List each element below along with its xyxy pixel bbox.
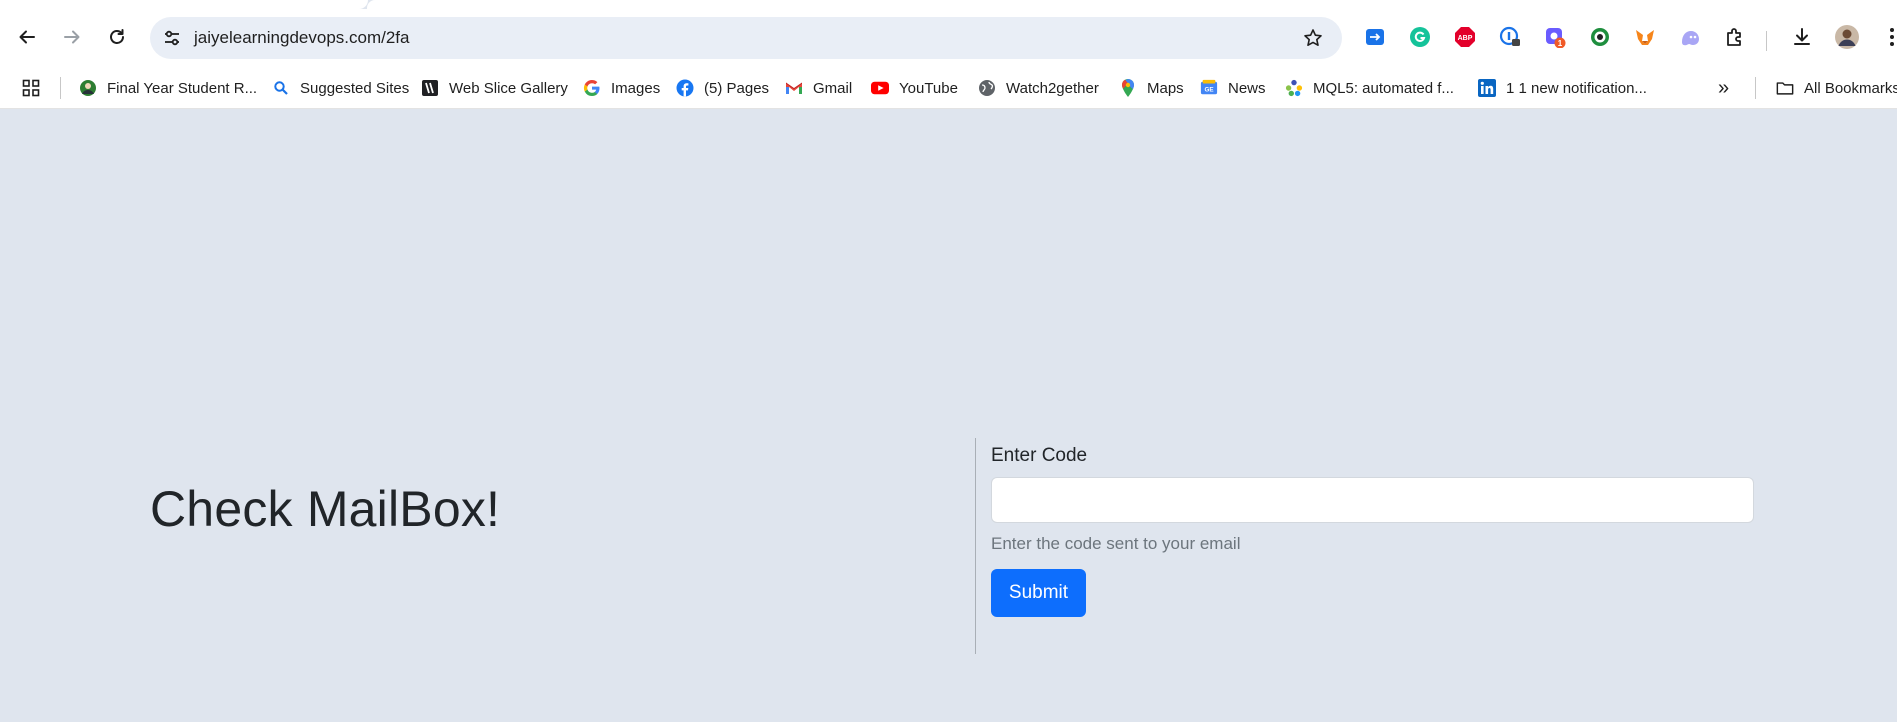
browser-toolbar: jaiyelearningdevops.com/2fa ABP 1 <box>0 9 1897 67</box>
bookmark-label: Web Slice Gallery <box>449 79 568 97</box>
two-factor-form: Enter Code Enter the code sent to your e… <box>991 438 1754 617</box>
google-news-icon: GE <box>1200 79 1218 97</box>
browser-menu-icon[interactable] <box>1878 23 1897 51</box>
youtube-icon <box>871 79 889 97</box>
page-title: Check MailBox! <box>150 481 501 537</box>
bookmarks-separator <box>1755 77 1756 99</box>
web-slice-icon <box>421 79 439 97</box>
address-bar[interactable]: jaiyelearningdevops.com/2fa <box>150 17 1342 59</box>
more-bookmarks-chevron-icon: » <box>1718 76 1730 99</box>
folder-icon <box>1776 79 1794 97</box>
code-help-text: Enter the code sent to your email <box>991 534 1241 553</box>
mql5-icon <box>1285 79 1303 97</box>
bookmark-label: YouTube <box>899 79 958 97</box>
all-bookmarks-label: All Bookmarks <box>1804 79 1897 97</box>
code-input[interactable] <box>991 477 1754 523</box>
downloads-icon[interactable] <box>1788 23 1816 51</box>
bookmark-label: Final Year Student R... <box>107 79 258 97</box>
bookmark-final-year-student[interactable]: Final Year Student R... <box>79 67 257 109</box>
arrow-left-icon <box>19 30 35 44</box>
bookmark-facebook-pages[interactable]: (5) Pages <box>676 67 769 109</box>
bookmark-mql5[interactable]: MQL5: automated f... <box>1285 67 1454 109</box>
page-content: Check MailBox! Enter Code Enter the code… <box>0 109 1897 722</box>
bookmark-label: MQL5: automated f... <box>1313 79 1454 97</box>
bookmark-label: 1 1 new notification... <box>1506 79 1647 97</box>
bookmark-label: Watch2gether <box>1006 79 1099 97</box>
grammarly-extension-icon[interactable] <box>1406 23 1434 51</box>
forward-button[interactable] <box>58 23 86 51</box>
all-bookmarks-button[interactable]: All Bookmarks <box>1776 67 1897 109</box>
vertical-divider <box>975 438 976 654</box>
bookmark-linkedin[interactable]: 1 1 new notification... <box>1478 67 1647 109</box>
bookmark-youtube[interactable]: YouTube <box>871 67 958 109</box>
google-icon <box>583 79 601 97</box>
facebook-icon <box>676 79 694 97</box>
toolbar-separator <box>1766 31 1767 51</box>
arrow-right-icon <box>64 30 80 44</box>
back-button[interactable] <box>13 23 41 51</box>
bookmarks-separator <box>60 77 61 99</box>
globe-icon <box>978 79 996 97</box>
tab-previous[interactable] <box>0 0 368 9</box>
bookmark-watch2gether[interactable]: Watch2gether <box>978 67 1099 109</box>
bookmark-label: (5) Pages <box>704 79 770 97</box>
bookmark-images[interactable]: Images <box>583 67 660 109</box>
adblock-plus-extension-icon[interactable]: ABP <box>1451 23 1479 51</box>
maps-pin-icon <box>1119 79 1137 97</box>
bookmark-star-icon[interactable] <box>1302 27 1324 49</box>
extensions-puzzle-icon[interactable] <box>1721 23 1749 51</box>
search-favicon-icon <box>272 79 290 97</box>
tab-active[interactable] <box>367 0 1897 9</box>
translate-extension-icon[interactable] <box>1361 23 1389 51</box>
more-bookmarks-button[interactable]: » <box>1718 67 1729 109</box>
bookmarks-bar: Final Year Student R... Suggested Sites … <box>0 67 1897 109</box>
bookmark-maps[interactable]: Maps <box>1119 67 1184 109</box>
bookmark-suggested-sites[interactable]: Suggested Sites <box>272 67 409 109</box>
svg-text:ABP: ABP <box>1458 35 1473 42</box>
apps-grid-button[interactable] <box>22 67 40 109</box>
vpn-extension-icon[interactable] <box>1586 23 1614 51</box>
bookmark-gmail[interactable]: Gmail <box>785 67 852 109</box>
linkedin-icon <box>1478 79 1496 97</box>
profile-avatar[interactable] <box>1833 23 1861 51</box>
svg-text:GE: GE <box>1204 87 1213 94</box>
bookmark-label: Images <box>611 79 661 97</box>
url-text[interactable]: jaiyelearningdevops.com/2fa <box>194 28 409 48</box>
bookmark-news[interactable]: GE News <box>1200 67 1266 109</box>
ghost-extension-icon[interactable] <box>1676 23 1704 51</box>
bookmark-label: Suggested Sites <box>300 79 410 97</box>
gmail-icon <box>785 79 803 97</box>
tab-strip <box>0 0 1897 9</box>
extension-badge-count: 1 <box>1558 39 1563 48</box>
bookmark-web-slice-gallery[interactable]: Web Slice Gallery <box>421 67 568 109</box>
site-settings-icon[interactable] <box>162 28 182 48</box>
code-label: Enter Code <box>991 445 1088 466</box>
reload-icon <box>110 29 124 44</box>
submit-button[interactable]: Submit <box>991 569 1086 617</box>
badge-extension-icon[interactable]: 1 <box>1541 23 1569 51</box>
bookmark-label: News <box>1228 79 1266 97</box>
apps-grid-icon <box>22 79 40 97</box>
bookmark-label: Gmail <box>813 79 853 97</box>
bookmark-label: Maps <box>1147 79 1184 97</box>
password-manager-extension-icon[interactable] <box>1496 23 1524 51</box>
avatar-favicon-icon <box>79 79 97 97</box>
metamask-extension-icon[interactable] <box>1631 23 1659 51</box>
reload-button[interactable] <box>103 23 131 51</box>
